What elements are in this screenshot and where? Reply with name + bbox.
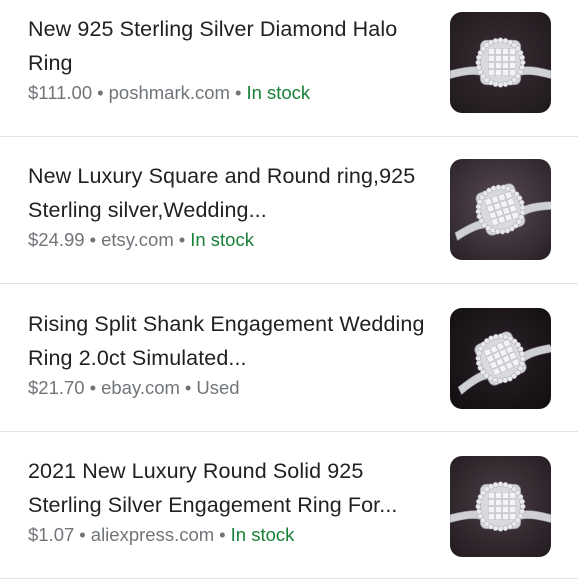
result-status: In stock bbox=[230, 524, 295, 545]
result-item[interactable]: New Luxury Square and Round ring,925 Ste… bbox=[0, 137, 578, 284]
result-title[interactable]: New 925 Sterling Silver Diamond Halo Rin… bbox=[28, 12, 428, 80]
result-status: In stock bbox=[190, 229, 254, 250]
separator-dot: • bbox=[89, 377, 97, 398]
shopping-results-list: New 925 Sterling Silver Diamond Halo Rin… bbox=[0, 0, 578, 580]
separator-dot: • bbox=[89, 229, 97, 250]
result-store: poshmark.com bbox=[108, 82, 230, 103]
result-store: aliexpress.com bbox=[90, 524, 215, 545]
result-store: ebay.com bbox=[101, 377, 180, 398]
result-meta: $21.70 • ebay.com • Used bbox=[28, 375, 428, 401]
separator-dot: • bbox=[79, 524, 86, 545]
result-price: $21.70 bbox=[28, 377, 85, 398]
result-title[interactable]: 2021 New Luxury Round Solid 925 Sterling… bbox=[28, 454, 428, 522]
result-meta: $1.07 • aliexpress.com • In stock bbox=[28, 522, 428, 548]
result-item[interactable]: Rising Split Shank Engagement Wedding Ri… bbox=[0, 284, 578, 432]
result-title[interactable]: New Luxury Square and Round ring,925 Ste… bbox=[28, 159, 428, 227]
ring-image[interactable] bbox=[450, 12, 551, 113]
ring-image[interactable] bbox=[450, 456, 551, 557]
result-item[interactable]: New 925 Sterling Silver Diamond Halo Rin… bbox=[0, 0, 578, 137]
result-status: Used bbox=[196, 377, 240, 398]
result-store: etsy.com bbox=[101, 229, 174, 250]
ring-image[interactable] bbox=[450, 159, 551, 260]
separator-dot: • bbox=[184, 377, 192, 398]
separator-dot: • bbox=[219, 524, 226, 545]
ring-image[interactable] bbox=[450, 308, 551, 409]
separator-dot: • bbox=[178, 229, 186, 250]
result-price: $1.07 bbox=[28, 524, 75, 545]
result-meta: $24.99 • etsy.com • In stock bbox=[28, 227, 428, 253]
separator-dot: • bbox=[234, 82, 242, 103]
result-item[interactable]: 2021 New Luxury Round Solid 925 Sterling… bbox=[0, 432, 578, 579]
result-price: $24.99 bbox=[28, 229, 85, 250]
result-price: $111.00 bbox=[28, 82, 93, 103]
result-title[interactable]: Rising Split Shank Engagement Wedding Ri… bbox=[28, 307, 428, 375]
separator-dot: • bbox=[97, 82, 104, 103]
result-status: In stock bbox=[246, 82, 311, 103]
result-meta: $111.00 • poshmark.com • In stock bbox=[28, 80, 428, 106]
